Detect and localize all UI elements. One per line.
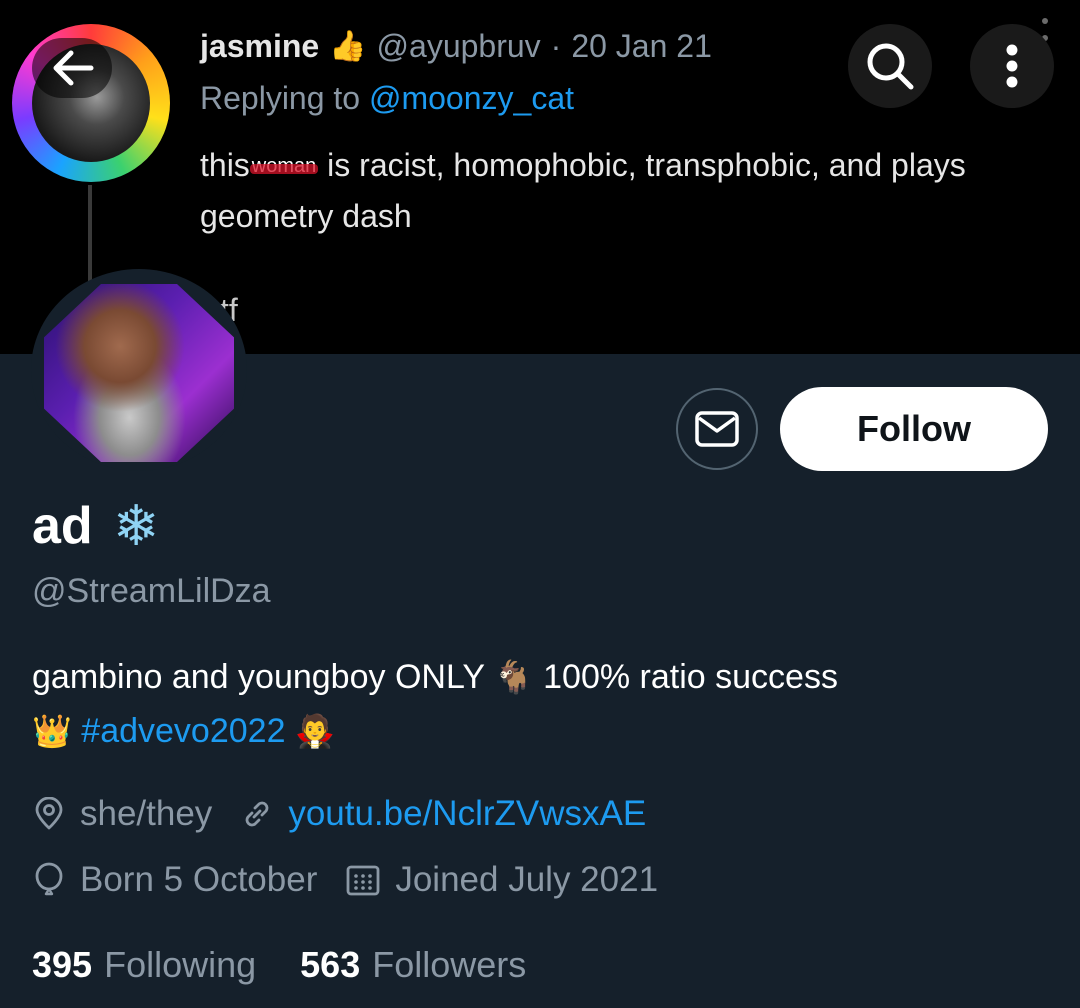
profile-meta-row: she/they youtu.be/NclrZVwsxAE [32, 790, 674, 838]
display-name-text: ad [32, 497, 93, 555]
pronouns-item: she/they [32, 794, 212, 834]
birthday-text: Born 5 October [80, 860, 318, 899]
profile-meta-row: Born 5 October Joined July 2021 [32, 856, 686, 904]
snowflake-emoji: ❄ [112, 494, 160, 557]
followers-label: Followers [372, 944, 527, 985]
tweet-author-handle[interactable]: @ayupbruv [377, 28, 541, 65]
thumbs-up-emoji: 👍 [329, 29, 367, 63]
birthday-item: Born 5 October [32, 860, 317, 900]
pronouns-text: she/they [80, 794, 213, 833]
follow-button[interactable]: Follow [780, 387, 1048, 471]
message-button[interactable] [676, 388, 758, 470]
tweet-date[interactable]: 20 Jan 21 [571, 28, 712, 65]
website-item[interactable]: youtu.be/NclrZVwsxAE [240, 794, 646, 834]
followers-count: 563 [300, 944, 361, 985]
calendar-icon [346, 865, 380, 896]
tweet-author-name[interactable]: jasmine [200, 28, 319, 65]
vampire-emoji: 🧛 [294, 713, 335, 749]
tweet-separator: · [550, 27, 562, 64]
envelope-icon [695, 411, 739, 447]
bio-hashtag[interactable]: #advevo2022 [81, 712, 285, 750]
tweet-text-start: this [200, 147, 250, 183]
location-pin-icon [35, 797, 63, 830]
tweet-header: jasmine 👍 @ayupbruv · 20 Jan 21 [200, 26, 712, 66]
bio-text-2: 100% ratio success [533, 658, 838, 696]
search-button[interactable] [848, 24, 932, 108]
search-icon [867, 43, 914, 90]
back-button[interactable] [32, 38, 112, 98]
profile-stats: 395 Following 563 Followers [32, 940, 570, 990]
profile-handle: @StreamLilDza [32, 572, 271, 610]
bio-text-1: gambino and youngboy ONLY [32, 658, 494, 696]
link-icon [245, 801, 269, 827]
arrow-left-icon [53, 50, 94, 86]
replying-to-prefix: Replying to [200, 80, 361, 116]
replying-to: Replying to @moonzy_cat [200, 80, 574, 117]
following-count: 395 [32, 944, 93, 985]
crown-emoji: 👑 [32, 713, 72, 749]
followers-stat[interactable]: 563 Followers [300, 944, 526, 986]
joined-item: Joined July 2021 [345, 860, 658, 900]
profile-bio: gambino and youngboy ONLY 🐐 100% ratio s… [32, 650, 1072, 758]
tweet-text: this woman is racist, homophobic, transph… [200, 140, 1080, 241]
following-label: Following [104, 944, 257, 985]
goat-emoji: 🐐 [493, 659, 534, 695]
profile-avatar[interactable] [44, 284, 234, 462]
tweet-struck-word: woman [249, 141, 319, 191]
balloon-icon [35, 862, 63, 896]
more-options-button[interactable] [970, 24, 1054, 108]
replying-to-handle[interactable]: @moonzy_cat [369, 80, 574, 116]
more-vertical-icon [1006, 44, 1018, 88]
website-link[interactable]: youtu.be/NclrZVwsxAE [288, 794, 646, 834]
following-stat[interactable]: 395 Following [32, 944, 256, 986]
profile-display-name: ad ❄ [32, 494, 160, 558]
joined-text: Joined July 2021 [395, 860, 659, 899]
